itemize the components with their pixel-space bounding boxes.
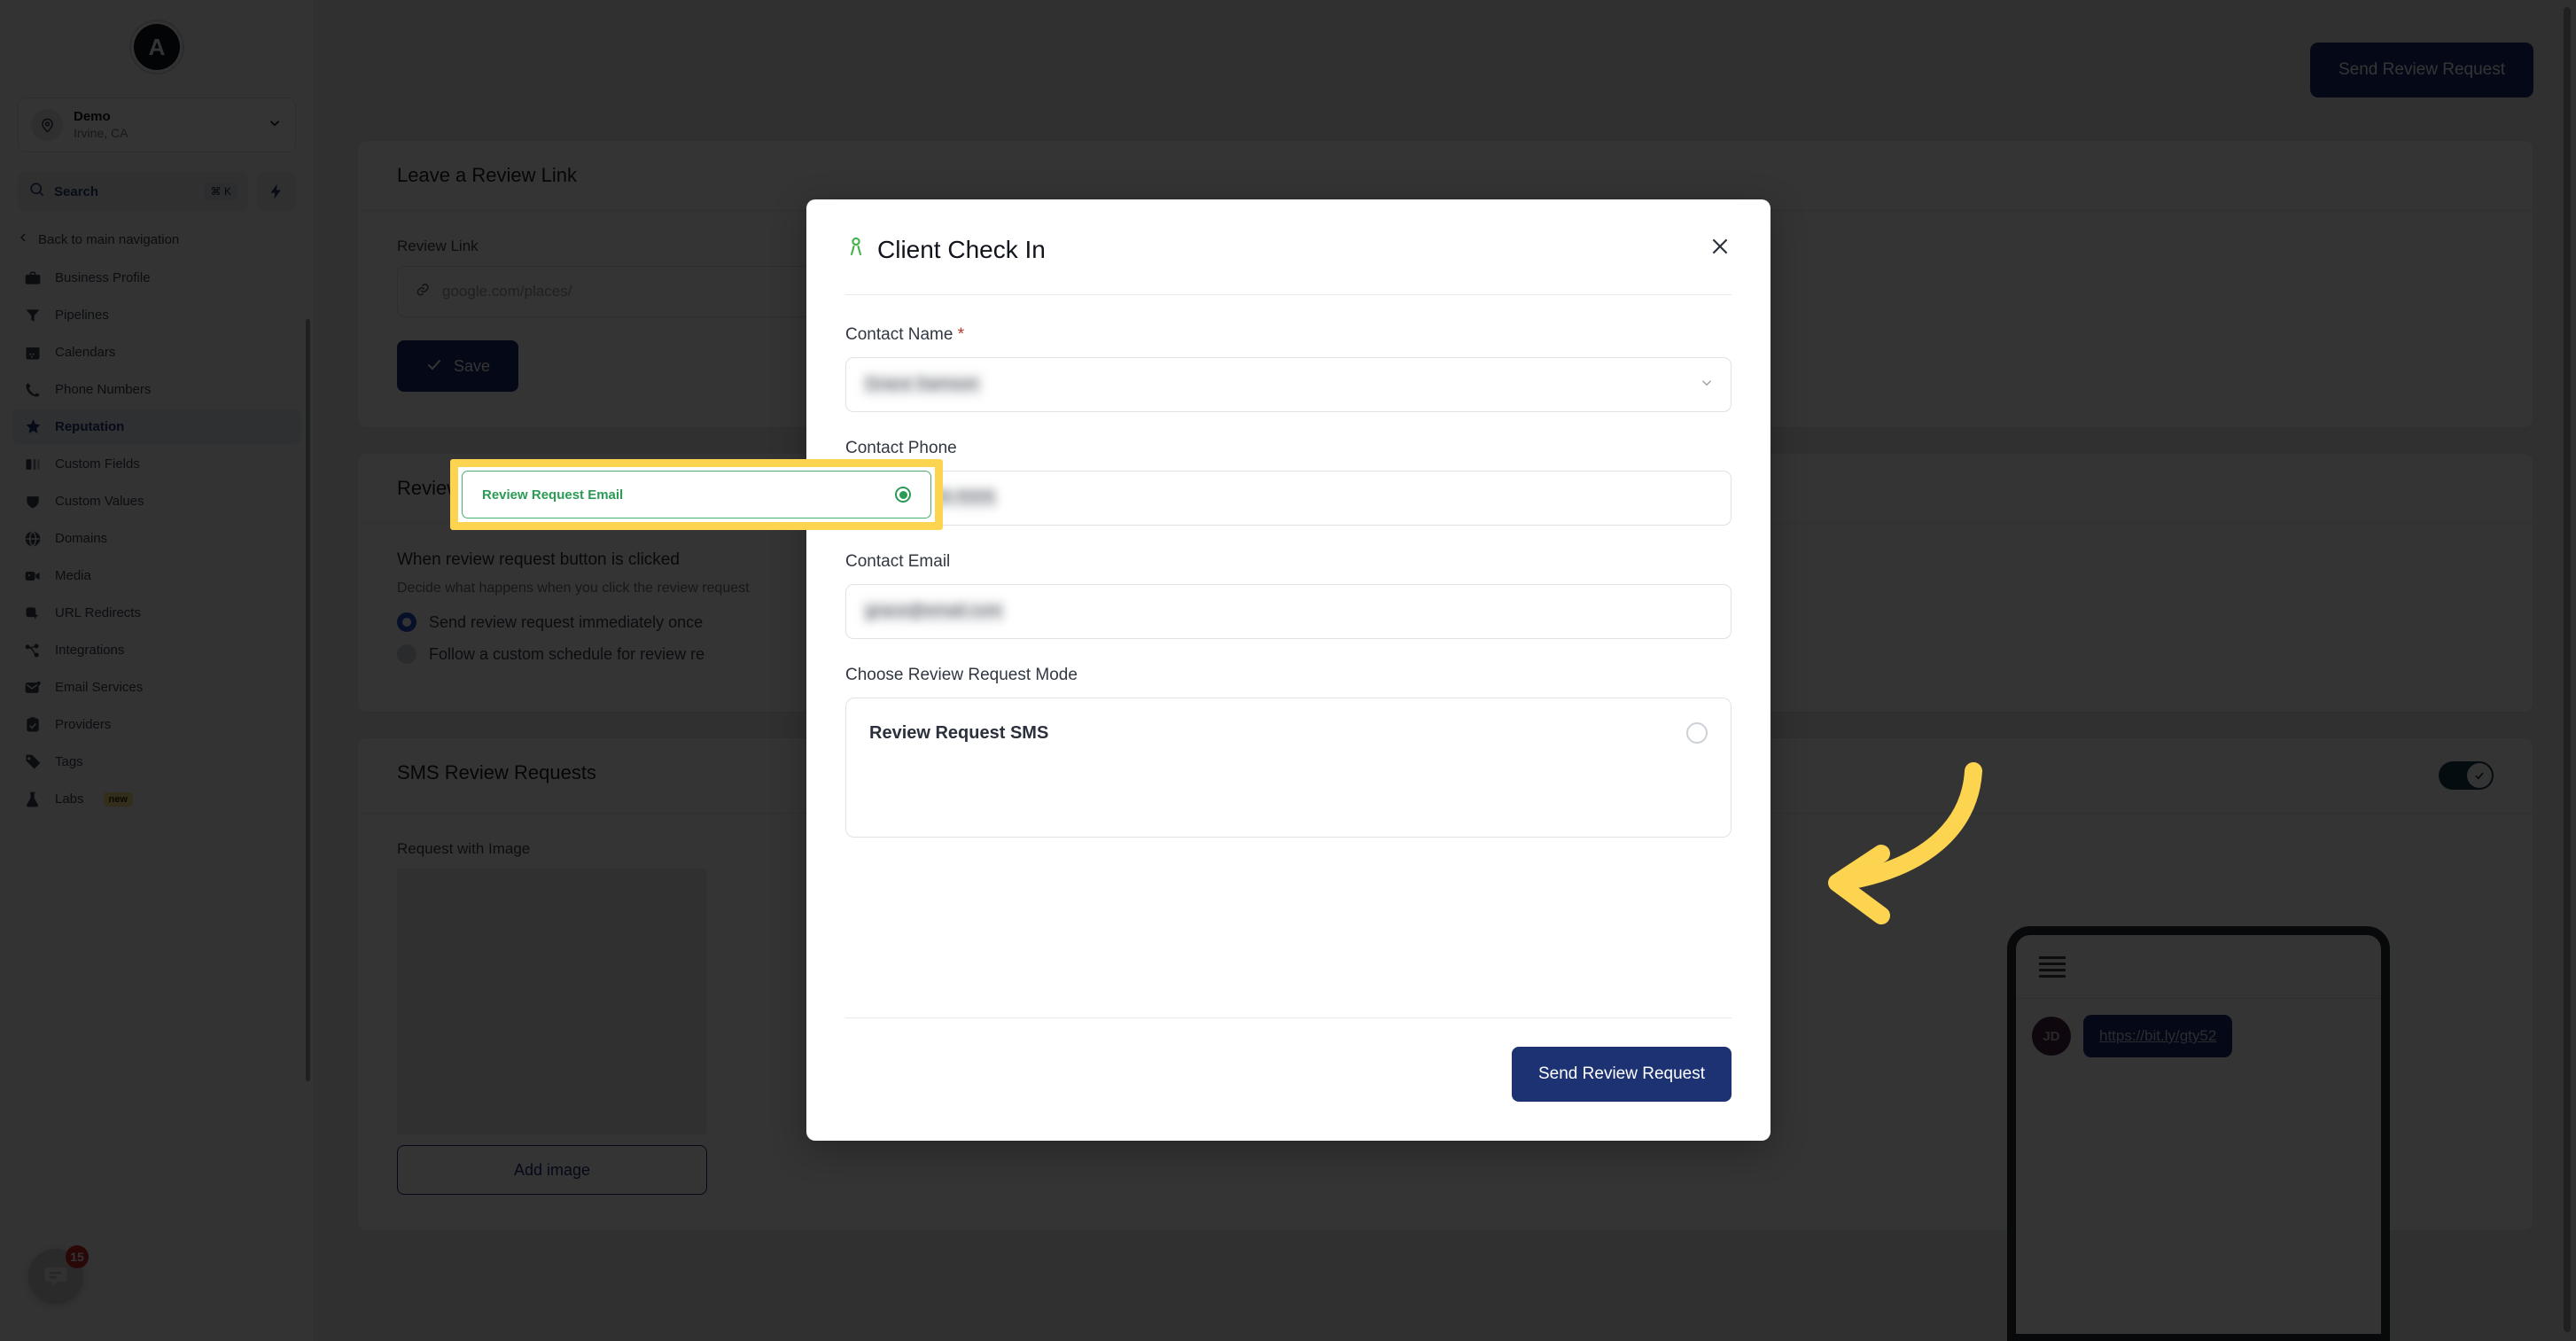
- person-icon: [845, 235, 867, 264]
- close-icon[interactable]: [1708, 235, 1732, 263]
- modal-title-row: Client Check In: [845, 235, 1046, 264]
- contact-name-label: Contact Name *: [845, 325, 1732, 345]
- choose-review-request-mode-label: Choose Review Request Mode: [845, 666, 1078, 684]
- mode-option-sms[interactable]: Review Request SMS: [846, 698, 1731, 768]
- client-check-in-modal: Client Check In Contact Name * Grace Sam…: [806, 199, 1771, 1141]
- highlight-inner: Review Request Email: [458, 467, 935, 522]
- contact-name-label-text: Contact Name: [845, 325, 953, 344]
- curved-left-arrow-icon: [1732, 758, 1989, 966]
- required-asterisk: *: [957, 325, 965, 344]
- chevron-down-icon[interactable]: [1699, 375, 1715, 395]
- contact-phone-field[interactable]: +1 555-555-5555: [845, 471, 1732, 526]
- modal-footer: Send Review Request: [806, 1018, 1771, 1141]
- radio-unselected-icon[interactable]: [1686, 722, 1708, 744]
- modal-header: Client Check In: [806, 199, 1771, 264]
- send-review-request-button[interactable]: Send Review Request: [1512, 1047, 1732, 1102]
- contact-name-value: Grace Samson: [862, 374, 982, 395]
- review-request-mode-group: Review Request SMS: [845, 698, 1732, 838]
- mode-option-label: Review Request SMS: [869, 722, 1049, 743]
- contact-phone-label: Contact Phone: [845, 439, 957, 457]
- contact-email-field[interactable]: grace@email.com: [845, 584, 1732, 639]
- contact-email-label: Contact Email: [845, 552, 951, 571]
- contact-name-field[interactable]: Grace Samson: [845, 357, 1732, 412]
- app-root: A Demo Irvine, CA: [0, 0, 2576, 1341]
- mode-option-label: Review Request Email: [482, 487, 624, 503]
- mode-option-email[interactable]: Review Request Email: [462, 471, 931, 518]
- highlight-annotation: Review Request Email: [450, 459, 943, 530]
- modal-title: Client Check In: [877, 235, 1046, 263]
- radio-selected-icon[interactable]: [895, 487, 911, 503]
- contact-email-value: grace@email.com: [862, 601, 1006, 622]
- modal-body: Contact Name * Grace Samson Contact Phon…: [806, 295, 1771, 1017]
